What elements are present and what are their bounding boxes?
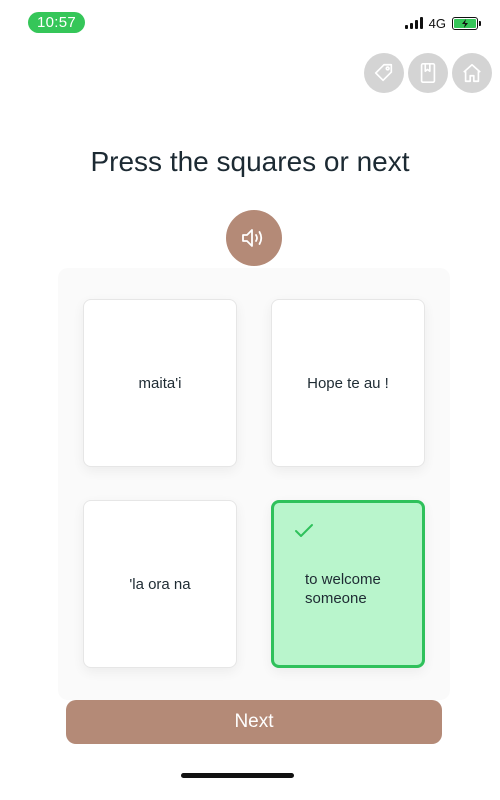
card-text: to welcome someone <box>305 571 381 607</box>
speaker-icon <box>242 229 263 247</box>
card-text: maita'i <box>138 374 182 392</box>
answer-card[interactable]: maita'i <box>83 299 237 467</box>
signal-icon <box>404 17 423 29</box>
home-indicator <box>181 773 294 778</box>
home-icon[interactable] <box>452 53 492 93</box>
top-toolbar <box>364 53 492 93</box>
book-icon[interactable] <box>408 53 448 93</box>
answer-card[interactable]: 'la ora na <box>83 500 237 668</box>
next-button[interactable]: Next <box>66 700 442 744</box>
card-text: Hope te au ! <box>307 374 389 392</box>
page-title: Press the squares or next <box>90 146 410 177</box>
card-text: 'la ora na <box>129 575 191 593</box>
answer-card[interactable]: Hope te au ! <box>271 299 425 467</box>
audio-button[interactable] <box>226 210 282 266</box>
answer-card-selected[interactable]: to welcome someone <box>271 500 425 668</box>
tag-icon[interactable] <box>364 53 404 93</box>
status-time: 10:57 <box>28 12 85 33</box>
checkmark-icon <box>295 524 313 537</box>
network-label: 4G <box>428 15 446 31</box>
status-indicators: 4G <box>404 15 481 31</box>
battery-icon <box>452 16 481 30</box>
